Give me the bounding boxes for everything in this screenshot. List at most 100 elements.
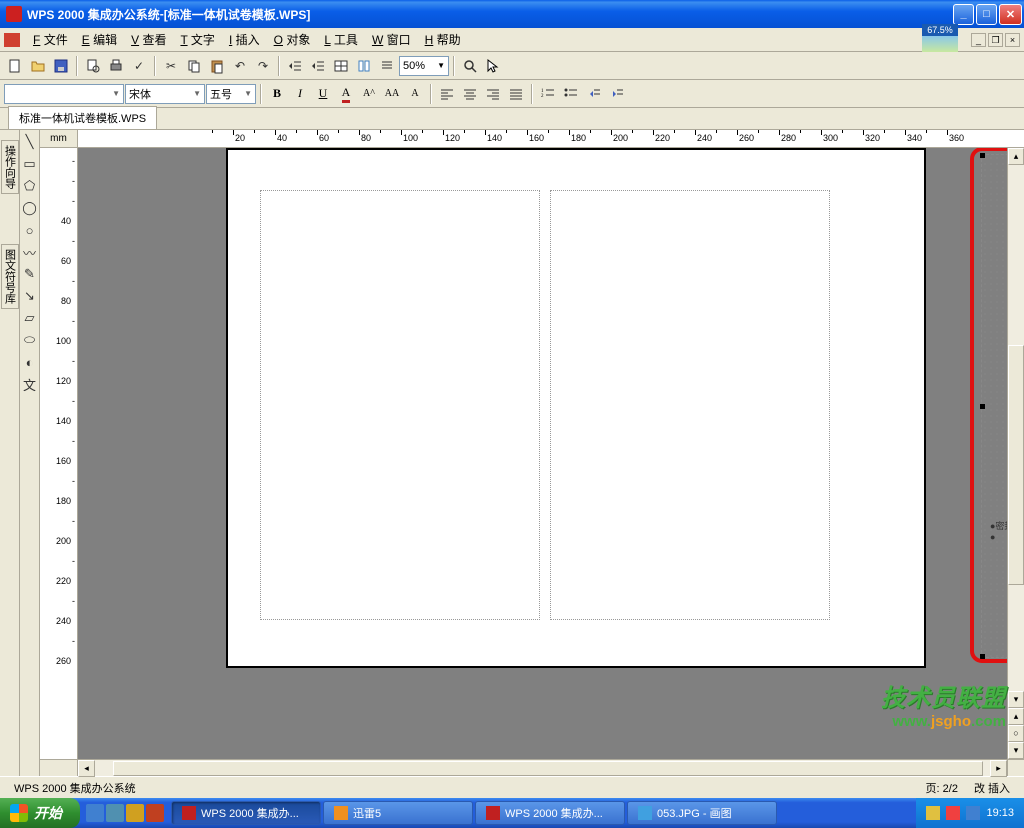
- indent-button[interactable]: [307, 55, 329, 77]
- columns-button[interactable]: [353, 55, 375, 77]
- font-combo[interactable]: 宋体▼: [125, 84, 205, 104]
- ql-app2-icon[interactable]: [146, 804, 164, 822]
- vertical-ruler[interactable]: ---40-60-80-100-120-140-160-180-200-220-…: [40, 148, 78, 759]
- menu-file[interactable]: F 文件: [26, 28, 75, 51]
- scroll-up-button[interactable]: ▴: [1008, 148, 1024, 165]
- scroll-down-button[interactable]: ▾: [1008, 691, 1024, 708]
- line-tool-icon[interactable]: ╲: [22, 134, 38, 150]
- mdi-minimize-button[interactable]: _: [971, 33, 986, 47]
- spell-check-button[interactable]: ✓: [128, 55, 150, 77]
- menu-object[interactable]: O 对象: [267, 28, 318, 51]
- canvas[interactable]: ●密封线内不要答题●: [78, 148, 1007, 759]
- ql-desktop-icon[interactable]: [106, 804, 124, 822]
- symbols-tab[interactable]: 图文符号库: [1, 244, 19, 309]
- paste-button[interactable]: [206, 55, 228, 77]
- resize-handle-sw[interactable]: [980, 654, 985, 659]
- table-button[interactable]: [330, 55, 352, 77]
- column-2[interactable]: [550, 190, 830, 620]
- decrease-indent-button[interactable]: [583, 83, 605, 105]
- number-list-button[interactable]: 12: [537, 83, 559, 105]
- zoom-thumbnail[interactable]: 67.5%: [922, 24, 958, 52]
- scroll-thumb-v[interactable]: [1008, 345, 1024, 585]
- freeform-tool-icon[interactable]: ✎: [22, 266, 38, 282]
- rect-tool-icon[interactable]: ▭: [22, 156, 38, 172]
- scroll-right-button[interactable]: ▸: [990, 760, 1007, 777]
- scroll-thumb-h[interactable]: [113, 761, 983, 776]
- open-button[interactable]: [27, 55, 49, 77]
- menu-edit[interactable]: E 编辑: [75, 28, 124, 51]
- redo-button[interactable]: ↷: [252, 55, 274, 77]
- minimize-button[interactable]: _: [953, 4, 974, 25]
- fontcolor-button[interactable]: A: [335, 83, 357, 105]
- horizontal-ruler[interactable]: 2040608010012014016018020022024026028030…: [78, 130, 1024, 148]
- undo-button[interactable]: ↶: [229, 55, 251, 77]
- case-button[interactable]: A: [404, 83, 426, 105]
- circle-tool-icon[interactable]: ○: [22, 222, 38, 238]
- resize-handle-w[interactable]: [980, 404, 985, 409]
- scroll-left-button[interactable]: ◂: [78, 760, 95, 777]
- doctab[interactable]: 标准一体机试卷模板.WPS: [8, 106, 157, 129]
- menu-tool[interactable]: L 工具: [317, 28, 365, 51]
- menu-text[interactable]: T 文字: [173, 28, 221, 51]
- resize-handle-nw[interactable]: [980, 153, 985, 158]
- save-button[interactable]: [50, 55, 72, 77]
- bullet-list-button[interactable]: [560, 83, 582, 105]
- tray-icon[interactable]: [966, 806, 980, 820]
- fontsize-combo[interactable]: 五号▼: [206, 84, 256, 104]
- polygon-tool-icon[interactable]: ⬠: [22, 178, 38, 194]
- italic-button[interactable]: I: [289, 83, 311, 105]
- print-preview-button[interactable]: [82, 55, 104, 77]
- menu-view[interactable]: V 查看: [124, 28, 173, 51]
- wizard-tab[interactable]: 操作向导: [1, 140, 19, 194]
- text-tool-icon[interactable]: 文: [22, 376, 38, 392]
- paragraph-button[interactable]: [376, 55, 398, 77]
- underline-button[interactable]: U: [312, 83, 334, 105]
- arrow-tool-icon[interactable]: ↘: [22, 288, 38, 304]
- vertical-scrollbar[interactable]: ▴ ▾ ▴ ○ ▾: [1007, 148, 1024, 759]
- copy-button[interactable]: [183, 55, 205, 77]
- taskbar-task-3[interactable]: WPS 2000 集成办...: [475, 801, 625, 825]
- style-combo[interactable]: ▼: [4, 84, 124, 104]
- superscript-button[interactable]: A^: [358, 83, 380, 105]
- taskbar-task-1[interactable]: WPS 2000 集成办...: [171, 801, 321, 825]
- new-button[interactable]: [4, 55, 26, 77]
- align-left-button[interactable]: [436, 83, 458, 105]
- ql-ie-icon[interactable]: [86, 804, 104, 822]
- outdent-button[interactable]: [284, 55, 306, 77]
- ellipse-tool-icon[interactable]: ◯: [22, 200, 38, 216]
- menu-help[interactable]: H 帮助: [418, 28, 468, 51]
- tray-icon[interactable]: [926, 806, 940, 820]
- menu-window[interactable]: W 窗口: [365, 28, 418, 51]
- start-button[interactable]: 开始: [0, 798, 80, 828]
- zoom-combo[interactable]: 50%▼: [399, 56, 449, 76]
- align-right-button[interactable]: [482, 83, 504, 105]
- increase-indent-button[interactable]: [606, 83, 628, 105]
- ql-app-icon[interactable]: [126, 804, 144, 822]
- taskbar-task-2[interactable]: 迅雷5: [323, 801, 473, 825]
- curve-tool-icon[interactable]: 〰: [22, 244, 38, 260]
- mdi-close-button[interactable]: ×: [1005, 33, 1020, 47]
- callout-tool-icon[interactable]: ◐: [22, 354, 38, 370]
- page-down-button[interactable]: ▾: [1008, 742, 1024, 759]
- selected-seal-column[interactable]: ●密封线内不要答题●: [981, 154, 1007, 658]
- print-button[interactable]: [105, 55, 127, 77]
- cylinder-tool-icon[interactable]: ⬭: [22, 332, 38, 348]
- cube-tool-icon[interactable]: ▱: [22, 310, 38, 326]
- column-1[interactable]: [260, 190, 540, 620]
- mdi-restore-button[interactable]: ❐: [988, 33, 1003, 47]
- bold-button[interactable]: B: [266, 83, 288, 105]
- close-button[interactable]: ✕: [999, 4, 1022, 25]
- pointer-button[interactable]: [482, 55, 504, 77]
- page-select-button[interactable]: ○: [1008, 725, 1024, 742]
- cut-button[interactable]: ✂: [160, 55, 182, 77]
- page-up-button[interactable]: ▴: [1008, 708, 1024, 725]
- subscript-button[interactable]: AA: [381, 83, 403, 105]
- find-button[interactable]: [459, 55, 481, 77]
- tray-icon[interactable]: [946, 806, 960, 820]
- system-tray[interactable]: 19:13: [916, 798, 1024, 828]
- taskbar-task-4[interactable]: 053.JPG - 画图: [627, 801, 777, 825]
- maximize-button[interactable]: □: [976, 4, 997, 25]
- align-center-button[interactable]: [459, 83, 481, 105]
- menu-insert[interactable]: I 插入: [222, 28, 267, 51]
- align-justify-button[interactable]: [505, 83, 527, 105]
